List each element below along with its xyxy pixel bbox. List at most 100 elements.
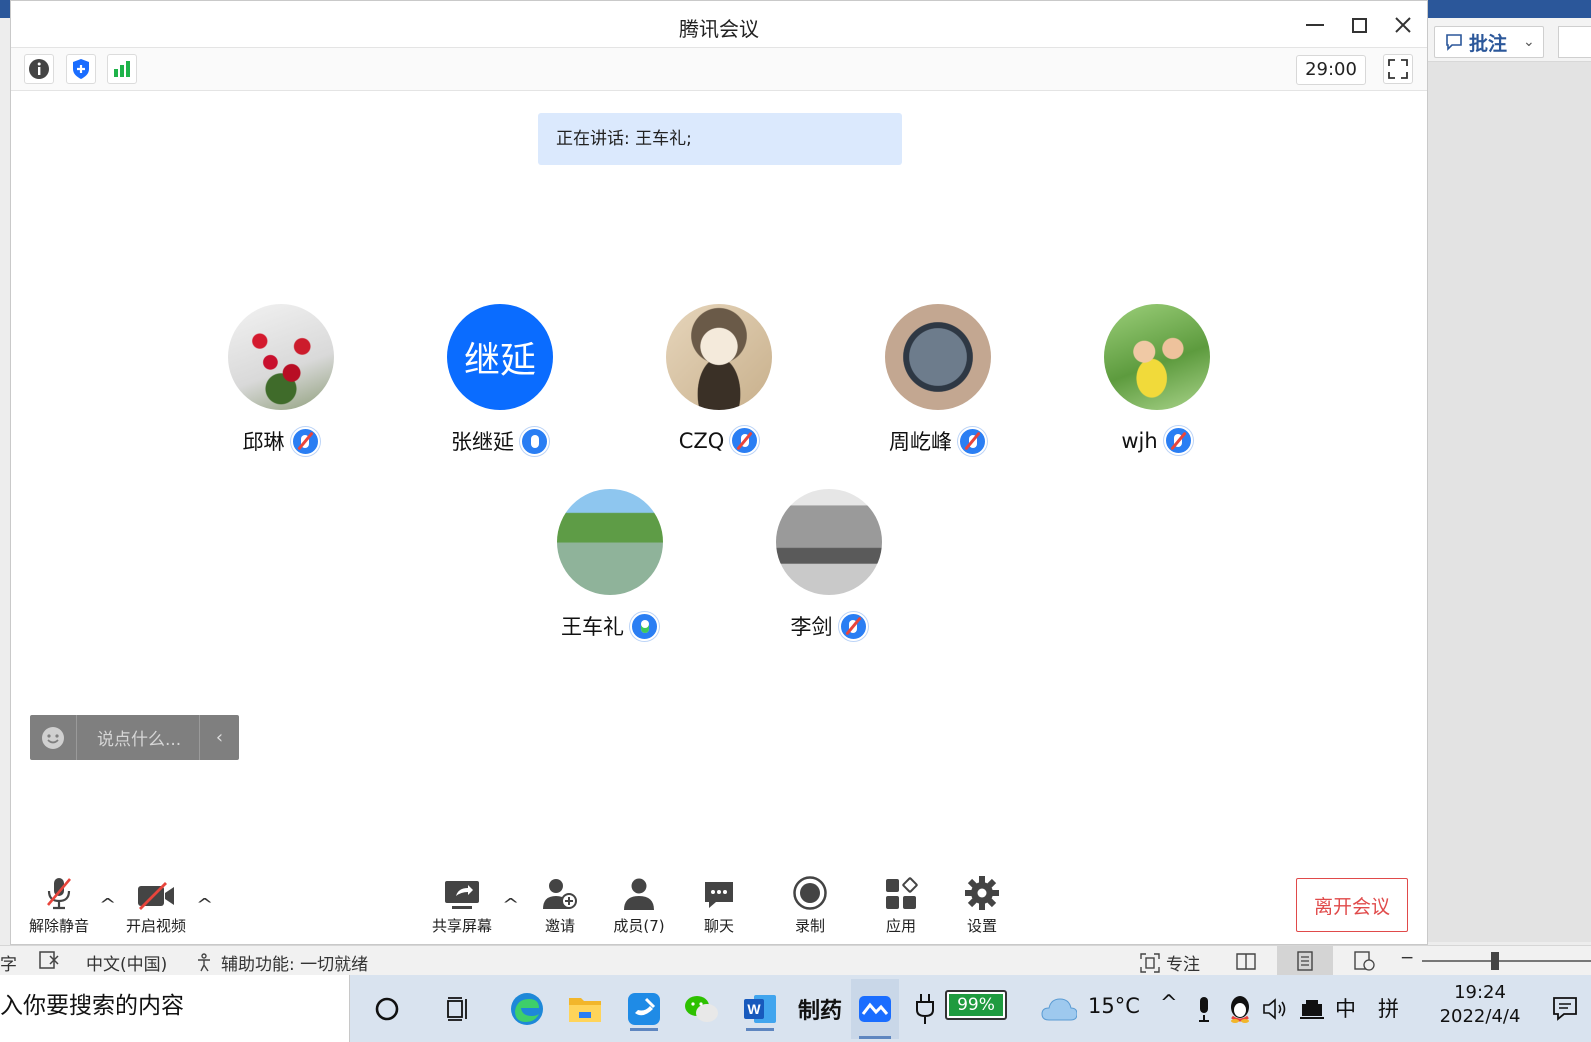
chat-label: 聊天 bbox=[703, 917, 734, 935]
ime-language-indicator[interactable]: 中 bbox=[1335, 993, 1356, 1023]
record-button[interactable]: 录制 bbox=[770, 875, 850, 936]
word-count-partial[interactable]: 字 bbox=[0, 950, 17, 975]
mic-speaking-icon bbox=[630, 611, 659, 641]
avatar bbox=[885, 304, 991, 410]
avatar bbox=[1104, 304, 1210, 410]
meeting-info-button[interactable] bbox=[24, 54, 54, 84]
active-app-indicator bbox=[746, 1028, 774, 1031]
avatar bbox=[666, 304, 772, 410]
participant-name: CZQ bbox=[678, 428, 725, 453]
mic-muted-icon bbox=[958, 426, 987, 456]
zoom-slider-thumb[interactable] bbox=[1491, 952, 1499, 970]
apps-button[interactable]: 应用 bbox=[861, 875, 941, 936]
close-button[interactable] bbox=[1386, 9, 1420, 41]
share-options-caret-icon[interactable]: ^ bbox=[502, 895, 519, 914]
ime-mode-indicator[interactable]: 拼 bbox=[1378, 993, 1399, 1023]
members-button[interactable]: 成员(7) bbox=[599, 875, 679, 936]
settings-button[interactable]: 设置 bbox=[942, 875, 1022, 936]
share-screen-button[interactable]: 共享屏幕 bbox=[422, 875, 502, 936]
accessibility-status[interactable]: 辅助功能: 一切就绪 bbox=[195, 950, 368, 975]
avatar bbox=[557, 489, 663, 595]
participant-tile[interactable]: 王车礼 bbox=[535, 489, 685, 641]
battery-indicator[interactable]: 99% bbox=[945, 990, 1007, 1020]
clock-time: 19:24 bbox=[1454, 982, 1506, 1003]
chat-button[interactable]: 聊天 bbox=[679, 875, 759, 936]
language-status[interactable]: 中文(中国) bbox=[86, 950, 167, 975]
focus-label: 专注 bbox=[1166, 955, 1200, 975]
participant-tile[interactable]: 李剑 bbox=[754, 489, 904, 641]
meeting-toolbar: 解除静音 ^ 开启视频 ^ 共享屏幕 ^ 邀请 成员(7) 聊天 录制 应用 设… bbox=[11, 861, 1427, 945]
participant-tile[interactable]: CZQ bbox=[644, 304, 794, 455]
apps-label: 应用 bbox=[885, 917, 916, 935]
fullscreen-button[interactable] bbox=[1383, 54, 1413, 84]
wechat-icon[interactable] bbox=[680, 987, 724, 1031]
participant-name: 周屹峰 bbox=[889, 430, 952, 454]
taskbar-search-input[interactable]: 入你要搜索的内容 bbox=[0, 975, 350, 1042]
audio-options-caret-icon[interactable]: ^ bbox=[99, 895, 116, 914]
feishu-icon[interactable] bbox=[622, 987, 666, 1031]
leave-meeting-button[interactable]: 离开会议 bbox=[1296, 878, 1408, 932]
invite-button[interactable]: 邀请 bbox=[520, 875, 600, 936]
page-icon bbox=[1297, 951, 1313, 971]
camera-off-icon bbox=[138, 882, 174, 910]
notification-icon[interactable] bbox=[1545, 987, 1585, 1031]
qq-penguin-icon[interactable] bbox=[1224, 987, 1256, 1031]
tencent-meeting-icon[interactable] bbox=[851, 979, 899, 1039]
chevron-down-icon[interactable]: ⌄ bbox=[1523, 34, 1535, 50]
word-document-area bbox=[1428, 62, 1591, 942]
speaking-indicator: 正在讲话: 王车礼; bbox=[538, 113, 902, 165]
file-explorer-icon[interactable] bbox=[563, 987, 607, 1031]
apps-grid-icon bbox=[886, 877, 918, 909]
security-button[interactable] bbox=[66, 54, 96, 84]
power-plug-icon[interactable] bbox=[910, 987, 940, 1031]
meeting-window: 腾讯会议 29:00 正在讲话: 王车礼; 邱琳 继延 张继延 CZQ 周屹峰 … bbox=[10, 0, 1428, 945]
annotate-label: 批注 bbox=[1469, 32, 1508, 55]
zhiyao-icon[interactable]: 制药 bbox=[796, 987, 844, 1031]
focus-mode-button[interactable]: 专注 bbox=[1140, 950, 1200, 975]
fullscreen-icon bbox=[1388, 59, 1408, 79]
accessibility-icon bbox=[198, 952, 210, 971]
avatar bbox=[776, 489, 882, 595]
start-video-button[interactable]: 开启视频 bbox=[116, 875, 196, 936]
network-icon[interactable] bbox=[1295, 987, 1329, 1031]
participant-tile[interactable]: 邱琳 bbox=[206, 304, 356, 456]
focus-icon bbox=[1140, 952, 1160, 973]
volume-icon[interactable] bbox=[1259, 987, 1291, 1031]
clock-date: 2022/4/4 bbox=[1439, 1006, 1521, 1027]
chat-placeholder[interactable]: 说点什么... bbox=[77, 725, 199, 750]
add-user-icon bbox=[543, 879, 577, 909]
microphone-icon[interactable] bbox=[1190, 987, 1218, 1031]
weather-temperature[interactable]: 15°C bbox=[1088, 994, 1140, 1018]
zoom-out-button[interactable]: − bbox=[1400, 948, 1414, 968]
meeting-info-bar: 29:00 bbox=[11, 48, 1427, 91]
unmute-button[interactable]: 解除静音 bbox=[19, 875, 99, 936]
proofing-icon[interactable] bbox=[38, 950, 62, 970]
network-quality-button[interactable] bbox=[107, 54, 137, 84]
minimize-button[interactable] bbox=[1298, 9, 1332, 41]
participant-tile[interactable]: 周屹峰 bbox=[863, 304, 1013, 456]
annotate-button[interactable]: 批注 ⌄ bbox=[1434, 26, 1544, 58]
smiley-icon[interactable] bbox=[30, 715, 77, 760]
video-options-caret-icon[interactable]: ^ bbox=[196, 895, 213, 914]
show-hidden-icons-chevron-icon[interactable]: ^ bbox=[1160, 991, 1178, 1015]
chat-input-box[interactable]: 说点什么... ‹ bbox=[30, 715, 239, 760]
task-view-icon[interactable] bbox=[436, 987, 480, 1031]
participant-tile[interactable]: 继延 张继延 bbox=[425, 304, 575, 456]
read-mode-button[interactable] bbox=[1218, 946, 1274, 976]
avatar bbox=[228, 304, 334, 410]
weather-cloud-icon[interactable] bbox=[1037, 987, 1081, 1031]
zoom-slider[interactable] bbox=[1422, 960, 1591, 962]
signal-bars-icon bbox=[114, 61, 130, 77]
participant-name: wjh bbox=[1121, 428, 1158, 453]
participant-tile[interactable]: wjh bbox=[1082, 304, 1232, 455]
edge-icon[interactable] bbox=[505, 987, 549, 1031]
taskbar-clock[interactable]: 19:24 2022/4/4 bbox=[1432, 981, 1528, 1029]
chevron-left-icon[interactable]: ‹ bbox=[199, 715, 239, 760]
maximize-button[interactable] bbox=[1342, 9, 1376, 41]
web-layout-button[interactable] bbox=[1336, 946, 1392, 976]
participant-name: 李剑 bbox=[790, 615, 833, 639]
print-layout-button[interactable] bbox=[1277, 946, 1333, 976]
word-icon[interactable]: W bbox=[738, 987, 782, 1031]
cortana-icon[interactable] bbox=[365, 987, 409, 1031]
ribbon-button-partial[interactable] bbox=[1558, 26, 1591, 58]
